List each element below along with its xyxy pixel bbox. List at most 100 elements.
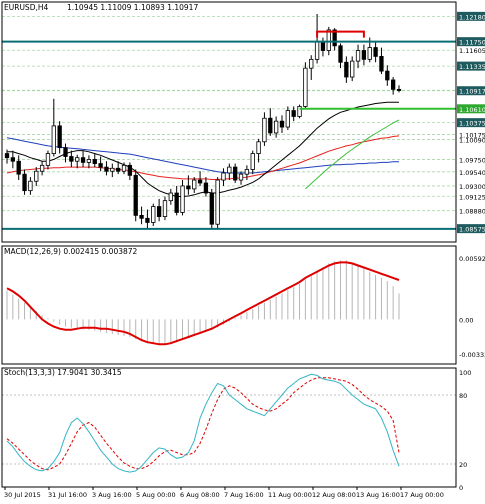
candle-body xyxy=(215,179,220,225)
price-tick-label: 1.10090 xyxy=(459,136,485,144)
candle-body xyxy=(28,180,33,192)
candle xyxy=(209,188,214,229)
candle xyxy=(297,104,302,119)
price-tick-label: 1.10375 xyxy=(459,120,485,128)
candle-body xyxy=(273,120,279,134)
time-label: 7 Aug 16:00 xyxy=(224,491,264,499)
candle-body xyxy=(127,164,133,176)
candle-body xyxy=(75,157,80,162)
price-tick-label: 1.08880 xyxy=(459,208,485,216)
candle-body xyxy=(162,200,168,217)
time-label: 13 Aug 16:00 xyxy=(356,491,400,499)
candle-body xyxy=(350,60,355,78)
price-tick-label: 1.09750 xyxy=(459,156,485,164)
candle-body xyxy=(57,125,62,149)
candle-body xyxy=(86,159,92,163)
candle-body xyxy=(390,79,396,90)
time-label: 5 Aug 00:00 xyxy=(136,491,176,499)
candle-body xyxy=(291,110,296,117)
candle-body xyxy=(104,166,109,172)
candle-body xyxy=(80,157,86,163)
candle xyxy=(151,203,156,226)
candle-body xyxy=(16,160,21,175)
candle-body xyxy=(186,185,191,190)
candle-body xyxy=(233,166,238,181)
candle-body xyxy=(145,217,150,223)
candle-body xyxy=(326,29,331,51)
candle-body xyxy=(22,173,27,192)
price-pane-title: EURUSD,H4 xyxy=(4,3,48,12)
candle xyxy=(303,62,308,110)
price-tick-label: 1.11750 xyxy=(459,39,485,47)
candle-body xyxy=(69,156,74,162)
macd-tick-label: 0.005921 xyxy=(459,255,485,263)
price-tick-label: 1.11605 xyxy=(459,47,485,55)
price-tick-label: 1.10917 xyxy=(459,88,485,96)
price-tick-label: 1.11335 xyxy=(459,63,485,71)
macd-tick-label: 0.00 xyxy=(459,316,473,324)
time-label: 6 Aug 08:00 xyxy=(180,491,220,499)
candle-body xyxy=(379,55,384,72)
candle-body xyxy=(168,192,173,202)
stoch-tick-label: 0 xyxy=(459,484,463,492)
candle-body xyxy=(238,173,244,181)
candle-body xyxy=(309,58,314,69)
price-tick-label: 1.09540 xyxy=(459,169,485,177)
time-label: 17 Aug 00:00 xyxy=(400,491,444,499)
candle-body xyxy=(192,179,197,190)
candle-body xyxy=(45,153,51,166)
time-label: 3 Aug 16:00 xyxy=(92,491,132,499)
candle-body xyxy=(98,163,103,168)
mt4-chart: EURUSD,H4 1.10945 1.11009 1.10893 1.1091… xyxy=(0,0,485,500)
candle-body xyxy=(256,141,261,154)
candle-body xyxy=(156,206,162,217)
time-label: 30 Jul 2015 xyxy=(4,491,41,499)
candle-body xyxy=(279,120,285,128)
candle xyxy=(215,177,220,229)
price-ohlc-label: 1.10945 1.11009 1.10893 1.10917 xyxy=(67,3,198,12)
candle-body xyxy=(133,174,138,216)
stoch-tick-label: 20 xyxy=(459,461,467,469)
candle-body xyxy=(63,147,68,157)
candle-body xyxy=(180,185,185,213)
stoch-tick-label: 80 xyxy=(459,392,467,400)
candle-body xyxy=(151,206,156,223)
candle-body xyxy=(373,47,378,57)
candle-body xyxy=(10,157,16,162)
candle-body xyxy=(174,192,179,213)
price-tick-label: 1.08575 xyxy=(459,226,485,234)
candle-body xyxy=(367,47,372,60)
chart-root: EURUSD,H4 1.10945 1.11009 1.10893 1.1091… xyxy=(0,0,485,500)
stoch-pane-title: Stoch(13,3,3) 17.9041 30.3415 xyxy=(4,368,122,377)
candle-body xyxy=(268,117,273,134)
candle-body xyxy=(227,166,232,174)
candle xyxy=(133,169,138,222)
candle-body xyxy=(39,164,45,172)
candle-body xyxy=(314,41,320,60)
price-tick-label: 1.10610 xyxy=(459,106,485,114)
candle-body xyxy=(262,117,267,143)
candle-body xyxy=(197,179,203,184)
macd-pane-title: MACD(12,26,9) 0.002415 0.003872 xyxy=(4,247,138,256)
price-tick-label: 1.09300 xyxy=(459,183,485,191)
candle-body xyxy=(303,67,308,107)
candle-body xyxy=(121,164,127,172)
candle-body xyxy=(116,167,121,172)
macd-tick-label: -0.003334 xyxy=(459,351,485,359)
candle-body xyxy=(51,125,56,154)
candle-body xyxy=(34,170,39,182)
candle-body xyxy=(285,110,290,128)
candle-body xyxy=(221,172,226,181)
time-label: 11 Aug 00:00 xyxy=(268,491,312,499)
candle-body xyxy=(320,41,326,51)
candle-body xyxy=(250,153,255,170)
time-label: 31 Jul 16:00 xyxy=(48,491,87,499)
candle-body xyxy=(4,153,10,159)
candle-body xyxy=(203,182,209,194)
candle-body xyxy=(396,88,402,91)
price-tick-label: 1.09125 xyxy=(459,193,485,201)
candle-body xyxy=(139,214,144,219)
price-tick-label: 1.12180 xyxy=(459,13,485,21)
candle-body xyxy=(92,159,97,164)
stoch-tick-label: 100 xyxy=(459,369,471,377)
